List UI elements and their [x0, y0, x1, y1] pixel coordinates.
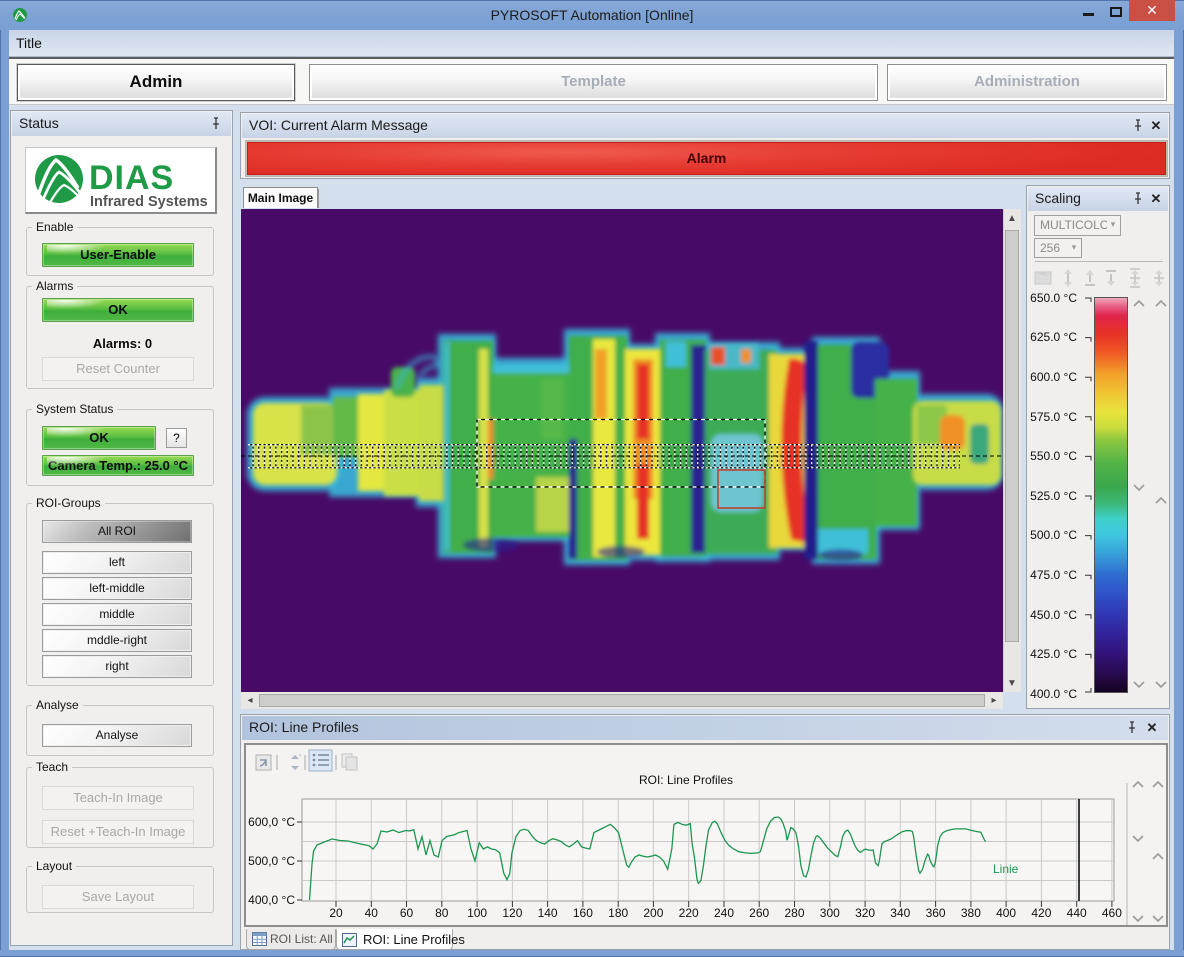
svg-text:DIAS: DIAS	[89, 159, 174, 197]
svg-text:500,0 °C: 500,0 °C	[248, 854, 295, 868]
svg-text:300: 300	[820, 906, 840, 920]
svg-text:440: 440	[1067, 906, 1087, 920]
svg-text:160: 160	[573, 906, 593, 920]
svg-text:140: 140	[538, 906, 558, 920]
svg-text:Linie: Linie	[993, 862, 1019, 876]
svg-text:420: 420	[1031, 906, 1051, 920]
svg-text:40: 40	[365, 906, 379, 920]
svg-text:200: 200	[643, 906, 663, 920]
svg-text:400,0 °C: 400,0 °C	[248, 893, 295, 907]
svg-text:Infrared Systems: Infrared Systems	[90, 194, 208, 210]
svg-text:280: 280	[784, 906, 804, 920]
svg-text:360: 360	[926, 906, 946, 920]
svg-text:600,0 °C: 600,0 °C	[248, 815, 295, 829]
svg-text:120: 120	[502, 906, 522, 920]
svg-text:400: 400	[996, 906, 1016, 920]
svg-text:20: 20	[329, 906, 343, 920]
svg-text:ROI: Line Profiles: ROI: Line Profiles	[639, 773, 733, 787]
svg-text:240: 240	[714, 906, 734, 920]
svg-text:340: 340	[890, 906, 910, 920]
svg-text:100: 100	[467, 906, 487, 920]
svg-text:260: 260	[749, 906, 769, 920]
svg-text:180: 180	[608, 906, 628, 920]
svg-text:380: 380	[961, 906, 981, 920]
svg-text:80: 80	[435, 906, 449, 920]
svg-text:320: 320	[855, 906, 875, 920]
svg-text:460: 460	[1102, 906, 1122, 920]
svg-text:220: 220	[679, 906, 699, 920]
svg-text:60: 60	[400, 906, 414, 920]
